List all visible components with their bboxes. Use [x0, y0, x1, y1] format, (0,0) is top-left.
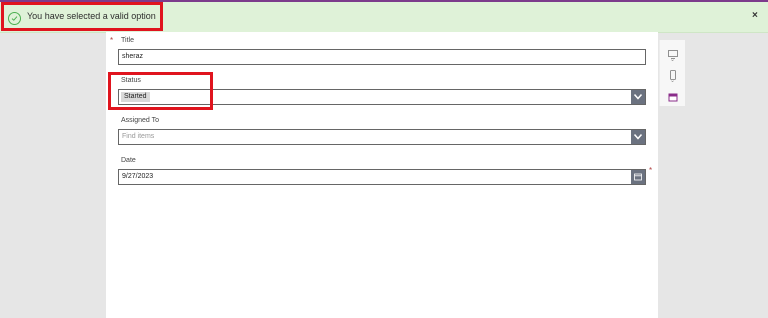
- side-panel: ⌄ ⌄: [659, 40, 685, 106]
- assigned-to-placeholder: Find items: [122, 133, 155, 140]
- highlight-box-status: [108, 72, 213, 110]
- required-marker: *: [649, 166, 653, 175]
- required-marker: *: [110, 36, 114, 45]
- title-field[interactable]: sheraz: [118, 49, 646, 65]
- chevron-down-icon[interactable]: ⌄: [670, 77, 675, 84]
- chevron-down-icon[interactable]: [631, 90, 645, 104]
- calendar-icon[interactable]: [631, 170, 645, 184]
- assigned-to-label: Assigned To: [121, 117, 160, 124]
- phone-icon[interactable]: [668, 67, 678, 80]
- close-icon[interactable]: ×: [752, 10, 758, 21]
- calendar-icon[interactable]: [668, 89, 678, 102]
- date-value: 9/27/2023: [122, 173, 154, 180]
- highlight-box-notification: [1, 2, 163, 31]
- chevron-down-icon[interactable]: [631, 130, 645, 144]
- monitor-icon[interactable]: [668, 46, 678, 59]
- date-field[interactable]: 9/27/2023: [118, 169, 646, 185]
- chevron-down-icon[interactable]: ⌄: [670, 56, 675, 63]
- assigned-to-combobox[interactable]: Find items: [118, 129, 646, 145]
- date-label: Date: [121, 157, 136, 164]
- title-label: Title: [121, 37, 134, 44]
